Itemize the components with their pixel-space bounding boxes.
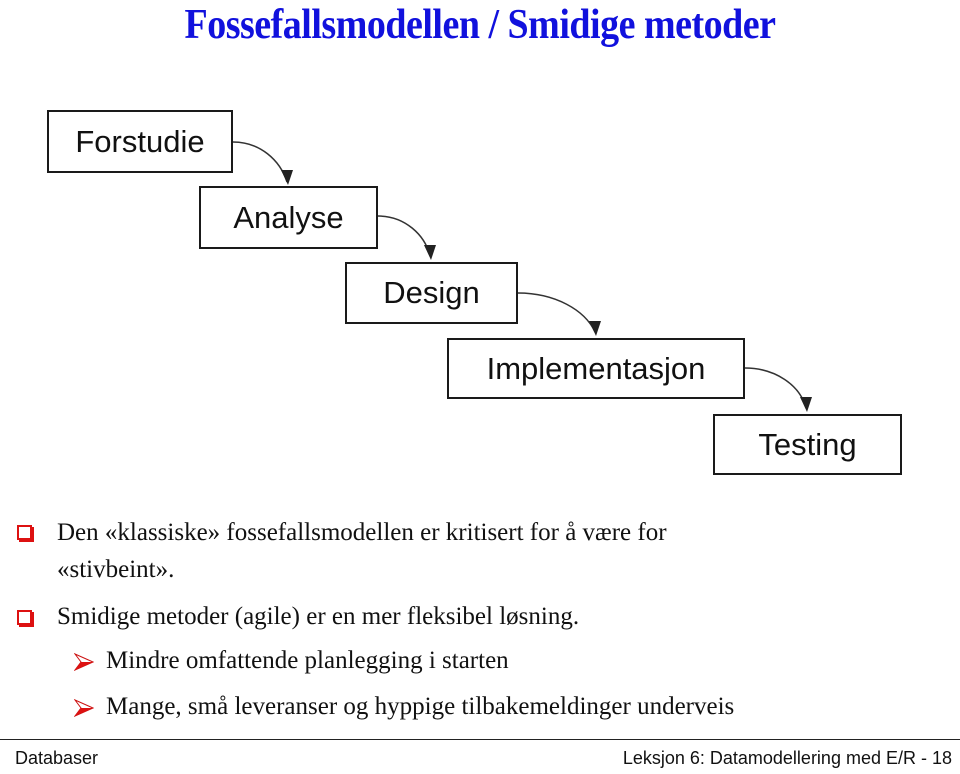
phase-label: Forstudie (75, 123, 205, 159)
slide-title: Fossefallsmodellen / Smidige metoder (184, 1, 776, 49)
footer-divider (0, 739, 960, 740)
square-bullet-icon (17, 610, 32, 625)
footer-lesson-page: Leksjon 6: Datamodellering med E/R - 18 (622, 748, 952, 768)
phase-box-testing: Testing (713, 414, 902, 475)
sub-bullet-text: Mindre omfattende planlegging i starten (106, 647, 509, 674)
phase-label: Implementasjon (486, 350, 706, 386)
arrow-bullet-icon (74, 699, 94, 717)
square-bullet-icon (17, 525, 32, 540)
bullet-text: Den «klassiske» fossefallsmodellen er kr… (57, 519, 667, 546)
bullet-text-continued: «stivbeint». (57, 556, 175, 583)
arrow-analyse-design (377, 215, 431, 257)
phase-box-implementasjon: Implementasjon (447, 338, 745, 399)
bullet-text: Smidige metoder (agile) er en mer fleksi… (57, 603, 580, 630)
arrowhead-analyse-design (424, 245, 436, 260)
arrow-design-implementasjon (517, 292, 596, 333)
phase-label: Design (383, 275, 480, 310)
sub-bullet-text: Mange, små leveranser og hyppige tilbake… (106, 693, 735, 720)
arrowhead-forstudie-analyse (281, 170, 293, 185)
arrow-implementasjon-testing (744, 367, 807, 409)
phase-box-analyse: Analyse (199, 186, 378, 249)
arrow-forstudie-analyse (232, 141, 288, 183)
footer-course: Databaser (15, 748, 99, 768)
phase-box-design: Design (345, 262, 518, 324)
arrowhead-design-implementasjon (589, 321, 601, 336)
phase-label: Testing (758, 426, 857, 462)
phase-label: Analyse (233, 199, 344, 235)
phase-box-forstudie: Forstudie (47, 110, 233, 173)
arrowhead-implementasjon-testing (800, 397, 812, 412)
arrow-bullet-icon (74, 653, 94, 671)
